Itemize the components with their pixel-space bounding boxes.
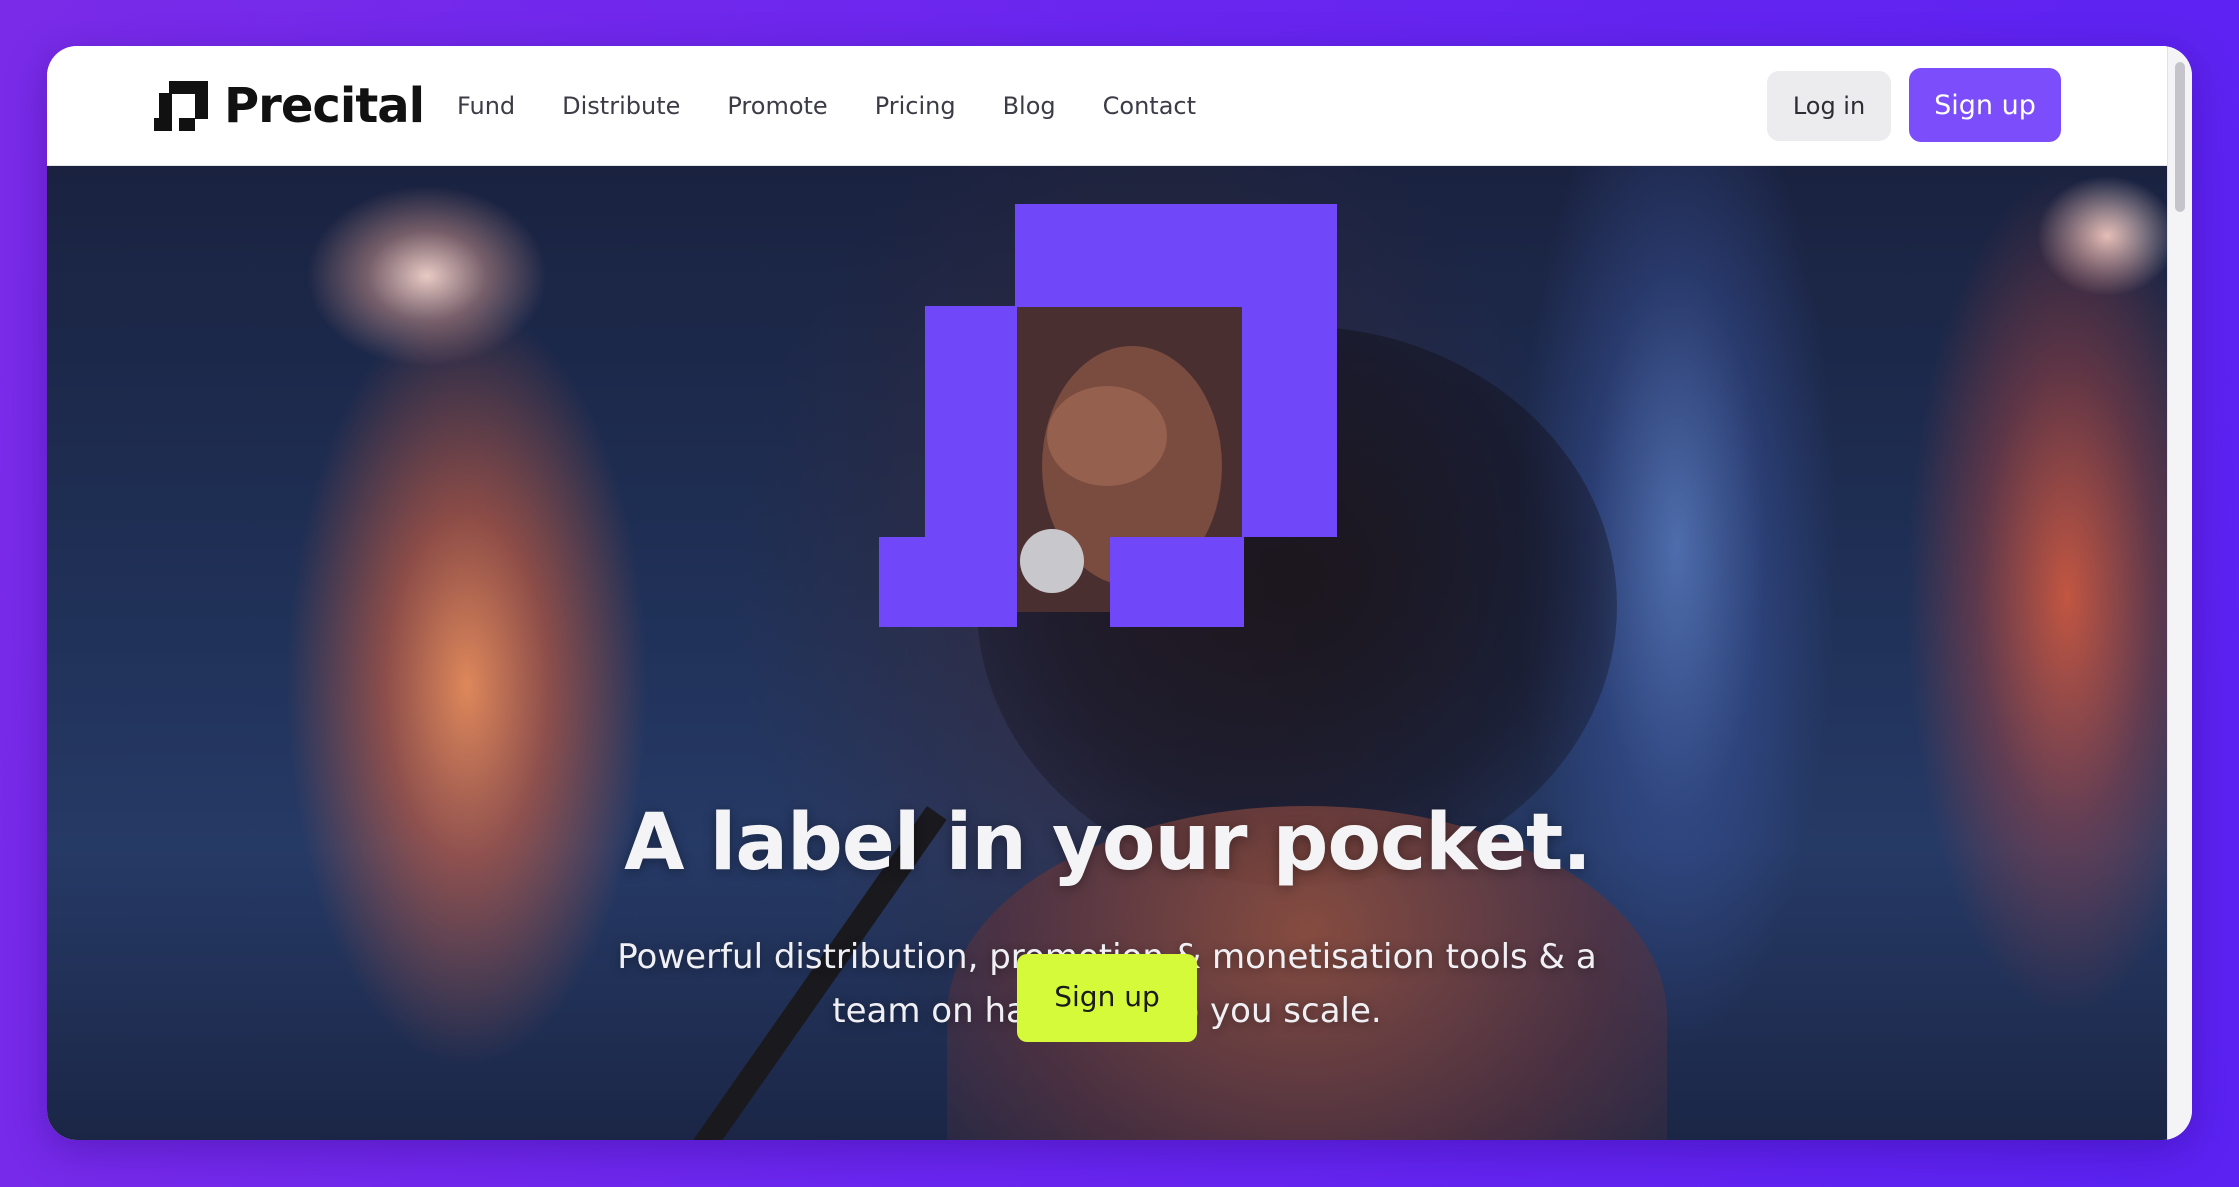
precital-logo-icon xyxy=(154,81,208,131)
signup-button[interactable]: Sign up xyxy=(1909,68,2061,142)
nav-link-distribute[interactable]: Distribute xyxy=(562,92,680,120)
login-button[interactable]: Log in xyxy=(1767,71,1891,141)
hero-signup-button[interactable]: Sign up xyxy=(1017,954,1197,1042)
brand-name: Precital xyxy=(224,78,425,134)
page-scrollbar[interactable] xyxy=(2167,46,2192,1140)
top-navbar: Precital Fund Distribute Promote Pricing… xyxy=(47,46,2168,166)
browser-window: Precital Fund Distribute Promote Pricing… xyxy=(47,46,2192,1140)
nav-link-promote[interactable]: Promote xyxy=(727,92,827,120)
nav-link-fund[interactable]: Fund xyxy=(457,92,515,120)
nav-link-contact[interactable]: Contact xyxy=(1103,92,1196,120)
brand[interactable]: Precital xyxy=(154,78,425,134)
nav-link-blog[interactable]: Blog xyxy=(1003,92,1056,120)
nav-links: Fund Distribute Promote Pricing Blog Con… xyxy=(457,46,1196,165)
nav-link-pricing[interactable]: Pricing xyxy=(875,92,956,120)
scroll-thumb[interactable] xyxy=(2175,62,2185,212)
hero-title: A label in your pocket. xyxy=(624,798,1592,889)
